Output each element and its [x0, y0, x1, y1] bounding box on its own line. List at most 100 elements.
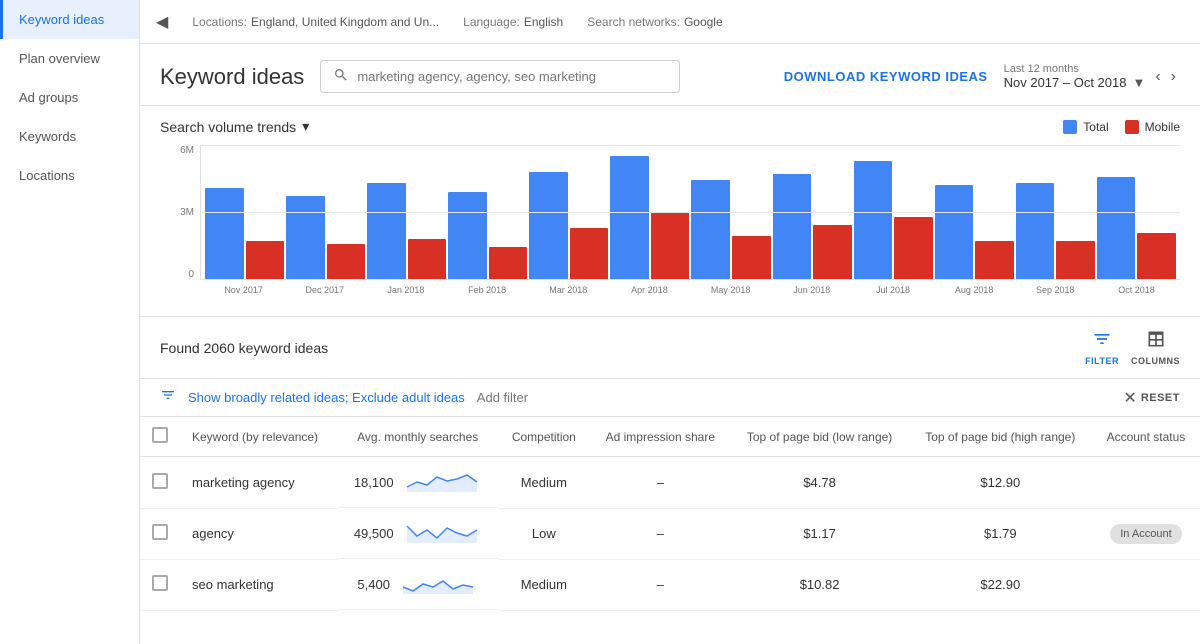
table-header-row: Keyword (by relevance) Avg. monthly sear…	[140, 417, 1200, 457]
date-prev-button[interactable]: ‹	[1151, 66, 1164, 88]
row-ad-impression: –	[590, 508, 730, 559]
keyword-search-input[interactable]	[357, 69, 667, 84]
columns-button[interactable]: COLUMNS	[1131, 329, 1180, 366]
x-axis-label: Jan 2018	[366, 280, 445, 300]
date-range-dropdown-icon[interactable]: ▼	[1132, 75, 1145, 90]
header-section: Keyword ideas DOWNLOAD KEYWORD IDEAS Las…	[140, 44, 1200, 106]
keyword-table: Keyword (by relevance) Avg. monthly sear…	[140, 417, 1200, 611]
filter-funnel-icon	[160, 387, 176, 408]
filter-icon	[1092, 329, 1112, 354]
in-account-badge: In Account	[1110, 524, 1181, 544]
reset-x-icon: ✕	[1123, 388, 1136, 408]
row-checkbox[interactable]	[152, 473, 168, 489]
search-icon	[333, 67, 349, 86]
x-axis-label: Aug 2018	[935, 280, 1014, 300]
keywords-header: Found 2060 keyword ideas FILTER COLUMNS	[140, 317, 1200, 379]
row-checkbox[interactable]	[152, 524, 168, 540]
legend-mobile: Mobile	[1125, 120, 1180, 134]
th-ad-impression: Ad impression share	[590, 417, 730, 457]
filter-row: Show broadly related ideas; Exclude adul…	[140, 379, 1200, 417]
row-checkbox[interactable]	[152, 575, 168, 591]
download-keyword-ideas-button[interactable]: DOWNLOAD KEYWORD IDEAS	[784, 69, 988, 84]
sidebar-item-ad-groups[interactable]: Ad groups	[0, 78, 139, 117]
row-keyword: seo marketing	[180, 559, 338, 610]
row-checkbox-cell	[140, 457, 180, 509]
grid-line-mid	[201, 212, 1180, 213]
main-content: ◀ Locations: England, United Kingdom and…	[140, 0, 1200, 644]
select-all-checkbox[interactable]	[152, 427, 168, 443]
row-keyword: agency	[180, 508, 338, 559]
row-competition: Medium	[498, 457, 591, 509]
row-competition: Low	[498, 508, 591, 559]
sidebar-item-locations[interactable]: Locations	[0, 156, 139, 195]
x-axis-label: Apr 2018	[610, 280, 689, 300]
add-filter-button[interactable]: Add filter	[477, 390, 528, 405]
bar-total	[773, 174, 812, 279]
bar-total	[691, 180, 730, 279]
row-ad-impression: –	[590, 559, 730, 610]
topbar: ◀ Locations: England, United Kingdom and…	[140, 0, 1200, 44]
bar-total	[448, 192, 487, 279]
row-avg-monthly: 18,100	[338, 457, 498, 508]
x-axis-labels: Nov 2017Dec 2017Jan 2018Feb 2018Mar 2018…	[200, 280, 1180, 300]
bar-total	[1097, 177, 1136, 279]
bar-mobile	[732, 236, 771, 279]
chart-dropdown-icon: ▾	[302, 118, 309, 135]
th-top-bid-high: Top of page bid (high range)	[909, 417, 1092, 457]
bar-total	[286, 196, 325, 279]
search-box[interactable]	[320, 60, 680, 93]
y-axis: 6M 3M 0	[160, 145, 200, 300]
bar-total	[1016, 183, 1055, 279]
collapse-sidebar-btn[interactable]: ◀	[156, 12, 168, 32]
keywords-count: Found 2060 keyword ideas	[160, 340, 328, 356]
row-ad-impression: –	[590, 457, 730, 509]
keywords-section: Found 2060 keyword ideas FILTER COLUMNS	[140, 317, 1200, 644]
chart-area: Nov 2017Dec 2017Jan 2018Feb 2018Mar 2018…	[200, 145, 1180, 300]
x-axis-label: Feb 2018	[448, 280, 527, 300]
topbar-language: Language: English	[463, 15, 563, 29]
chart-title[interactable]: Search volume trends ▾	[160, 118, 309, 135]
date-next-button[interactable]: ›	[1167, 66, 1180, 88]
x-axis-label: Jun 2018	[772, 280, 851, 300]
row-checkbox-cell	[140, 559, 180, 610]
bar-mobile	[570, 228, 609, 279]
bar-total	[854, 161, 893, 279]
content-area: Keyword ideas DOWNLOAD KEYWORD IDEAS Las…	[140, 44, 1200, 644]
x-axis-label: Nov 2017	[204, 280, 283, 300]
row-account-status: In Account	[1092, 508, 1200, 559]
date-range-controls: ‹ ›	[1151, 66, 1180, 88]
columns-icon	[1146, 329, 1166, 354]
row-competition: Medium	[498, 559, 591, 610]
row-top-bid-low: $4.78	[730, 457, 908, 509]
sparkline-icon	[398, 569, 478, 599]
table-row: seo marketing 5,400 Medium – $10.82 $22.…	[140, 559, 1200, 610]
x-axis-label: Mar 2018	[529, 280, 608, 300]
row-account-status	[1092, 457, 1200, 509]
reset-button[interactable]: ✕ RESET	[1123, 388, 1180, 408]
row-keyword: marketing agency	[180, 457, 338, 509]
filter-button[interactable]: FILTER	[1085, 329, 1119, 366]
sidebar-item-keyword-ideas[interactable]: Keyword ideas	[0, 0, 139, 39]
page-title: Keyword ideas	[160, 64, 304, 90]
bar-mobile	[651, 212, 690, 279]
bar-mobile	[327, 244, 366, 279]
row-avg-monthly: 5,400	[338, 559, 498, 610]
bar-mobile	[246, 241, 285, 279]
bar-total	[205, 188, 244, 279]
row-account-status	[1092, 559, 1200, 610]
sidebar-item-keywords[interactable]: Keywords	[0, 117, 139, 156]
sidebar-item-plan-overview[interactable]: Plan overview	[0, 39, 139, 78]
bar-mobile	[1056, 241, 1095, 279]
th-checkbox	[140, 417, 180, 457]
header-actions: FILTER COLUMNS	[1085, 329, 1180, 366]
table-row: marketing agency 18,100 Medium – $4.78 $…	[140, 457, 1200, 509]
sparkline-icon	[402, 518, 482, 548]
bar-mobile	[1137, 233, 1176, 279]
bar-mobile	[489, 247, 528, 279]
bars-grid	[200, 145, 1180, 280]
row-top-bid-low: $10.82	[730, 559, 908, 610]
filter-link[interactable]: Show broadly related ideas; Exclude adul…	[188, 390, 465, 405]
row-top-bid-low: $1.17	[730, 508, 908, 559]
th-competition: Competition	[498, 417, 591, 457]
x-axis-label: Sep 2018	[1016, 280, 1095, 300]
